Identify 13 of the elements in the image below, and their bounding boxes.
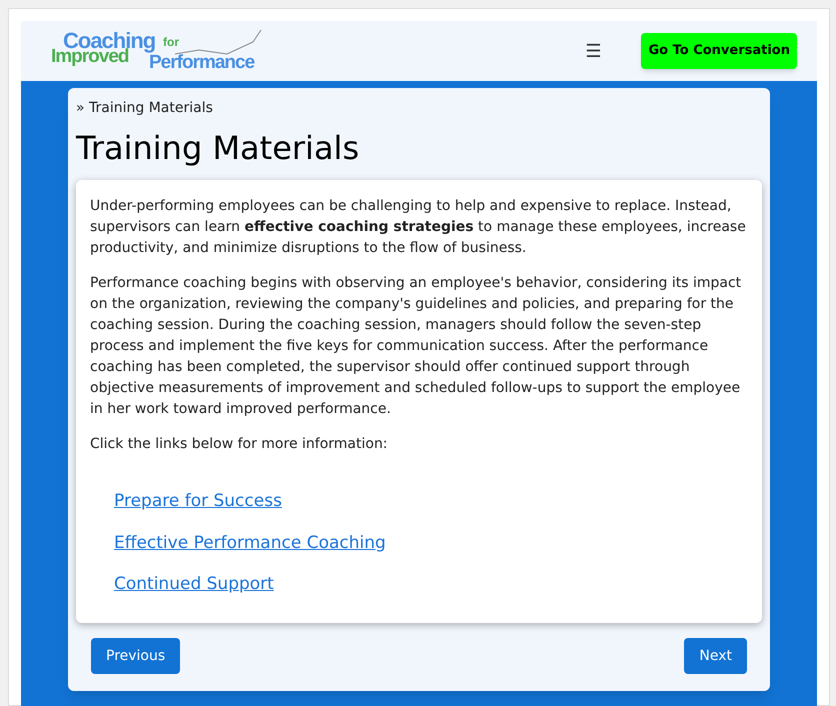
page-title: Training Materials xyxy=(76,128,360,168)
previous-button[interactable]: Previous xyxy=(91,638,180,674)
logo: Coaching for Improved Performance xyxy=(51,28,271,74)
paragraph: Click the links below for more information: xyxy=(90,435,389,454)
link[interactable]: Continued Support xyxy=(114,572,274,598)
link[interactable]: Effective Performance Coaching xyxy=(114,530,386,556)
menu-button[interactable]: ☰ xyxy=(585,38,602,64)
breadcrumb: » Training Materials xyxy=(76,99,214,118)
paragraph: Performance coaching begins with observing an employee's behavior, considering its impact on the organization, reviewing the company's guidelines and policies, and preparing for the coaching session. During the coaching session, managers should follow the seven-step process and implement the five keys for communication success. After the performance coaching has been completed, the supervisor should offer continued support through objective measurements of improvement and scheduled follow-ups to support the employee in her work toward improved performance. xyxy=(90,274,742,419)
paragraph: Under-performing employees can be challenging to help and expensive to replace. Instead, supervisors can learn effective coaching strategies to manage these employees, increase productivity, and minimize disruptions to the flow of business. xyxy=(90,197,747,258)
go-to-conversation-button[interactable]: Go To Conversation xyxy=(641,33,797,69)
link[interactable]: Prepare for Success xyxy=(114,489,282,514)
next-button[interactable]: Next xyxy=(684,638,747,674)
